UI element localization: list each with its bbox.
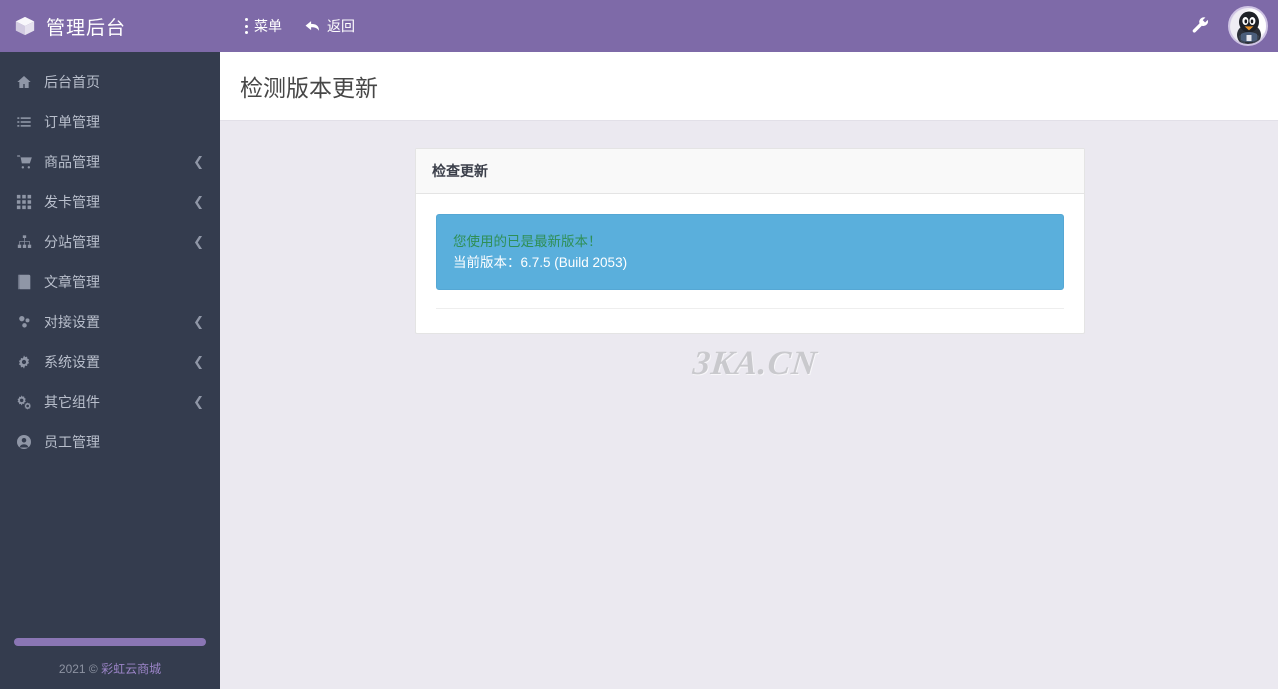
- cart-icon: [12, 153, 36, 171]
- sidebar-item-substations[interactable]: 分站管理 ❮: [0, 222, 220, 262]
- grid-icon: [12, 193, 36, 211]
- sitemap-icon: [12, 233, 36, 251]
- sidebar: 后台首页 订单管理 商品管理 ❮ 发卡管理 ❮ 分站管理 ❮ 文章管理 对接设置…: [0, 52, 220, 689]
- gears-icon: [12, 393, 36, 411]
- watermark: 3KA.CN: [691, 345, 820, 382]
- sidebar-item-label: 商品管理: [44, 154, 100, 170]
- chevron-left-icon: ❮: [193, 193, 204, 209]
- sidebar-item-system-settings[interactable]: 系统设置 ❮: [0, 342, 220, 382]
- sidebar-item-label: 对接设置: [44, 314, 100, 330]
- vertical-dots-icon: [244, 18, 248, 34]
- alert-latest-version-message: 您使用的已是最新版本！: [453, 234, 602, 249]
- sidebar-item-label: 系统设置: [44, 354, 100, 370]
- content-area: 检测版本更新 检查更新 您使用的已是最新版本！ 当前版本：6.7.5 (Buil…: [220, 52, 1278, 689]
- panel-divider: [436, 308, 1064, 309]
- sidebar-item-products[interactable]: 商品管理 ❮: [0, 142, 220, 182]
- sidebar-item-label: 其它组件: [44, 394, 100, 410]
- alert-current-version: 当前版本：6.7.5 (Build 2053): [453, 255, 628, 270]
- update-status-alert: 您使用的已是最新版本！ 当前版本：6.7.5 (Build 2053): [436, 214, 1064, 290]
- chevron-left-icon: ❮: [193, 233, 204, 249]
- copyright-year: 2021 ©: [58, 662, 98, 676]
- sidebar-scrollbar[interactable]: [14, 638, 206, 646]
- book-icon: [12, 273, 36, 291]
- back-arrow-icon: [304, 19, 321, 34]
- menu-toggle-button[interactable]: 菜单: [236, 10, 290, 42]
- brand-title: 管理后台: [46, 17, 127, 39]
- panel-wrapper: 检查更新 您使用的已是最新版本！ 当前版本：6.7.5 (Build 2053): [220, 121, 1278, 334]
- chevron-left-icon: ❮: [193, 313, 204, 329]
- sidebar-item-label: 发卡管理: [44, 194, 100, 210]
- user-circle-icon: [12, 433, 36, 451]
- top-bar: 管理后台 菜单 返回: [0, 0, 1278, 52]
- sidebar-item-cards[interactable]: 发卡管理 ❮: [0, 182, 220, 222]
- admin-page: 管理后台 菜单 返回 后台首页 订单管理 商品管理 ❮ 发卡管理 ❮ 分站管理 …: [0, 0, 1278, 689]
- sidebar-item-label: 员工管理: [44, 434, 100, 450]
- chevron-left-icon: ❮: [193, 153, 204, 169]
- check-update-panel: 检查更新 您使用的已是最新版本！ 当前版本：6.7.5 (Build 2053): [415, 148, 1085, 334]
- chevron-left-icon: ❮: [193, 393, 204, 409]
- sidebar-item-other-components[interactable]: 其它组件 ❮: [0, 382, 220, 422]
- copyright-brand-link[interactable]: 彩虹云商城: [98, 662, 161, 676]
- page-title: 检测版本更新: [240, 75, 378, 101]
- copyright: 2021 © 彩虹云商城: [0, 660, 220, 677]
- back-label: 返回: [327, 18, 355, 34]
- gear-icon: [12, 353, 36, 371]
- sidebar-item-staff[interactable]: 员工管理: [0, 422, 220, 462]
- cube-icon: [15, 16, 35, 36]
- sidebar-item-label: 分站管理: [44, 234, 100, 250]
- panel-body: 您使用的已是最新版本！ 当前版本：6.7.5 (Build 2053): [416, 194, 1084, 333]
- sidebar-item-articles[interactable]: 文章管理: [0, 262, 220, 302]
- qq-penguin-avatar: [1230, 8, 1266, 44]
- back-button[interactable]: 返回: [296, 10, 363, 42]
- top-bar-right: [1186, 6, 1278, 46]
- chevron-left-icon: ❮: [193, 353, 204, 369]
- brand-logo[interactable]: 管理后台: [0, 0, 220, 52]
- page-header: 检测版本更新: [220, 52, 1278, 121]
- sidebar-item-integration[interactable]: 对接设置 ❮: [0, 302, 220, 342]
- sidebar-item-label: 文章管理: [44, 274, 100, 290]
- panel-heading: 检查更新: [416, 149, 1084, 194]
- sidebar-item-label: 订单管理: [44, 114, 100, 130]
- sidebar-footer: 2021 © 彩虹云商城: [0, 638, 220, 689]
- sidebar-item-orders[interactable]: 订单管理: [0, 102, 220, 142]
- sidebar-item-dashboard[interactable]: 后台首页: [0, 62, 220, 102]
- sidebar-item-label: 后台首页: [44, 74, 100, 90]
- wrench-icon[interactable]: [1186, 12, 1214, 40]
- home-icon: [12, 73, 36, 91]
- sidebar-menu: 后台首页 订单管理 商品管理 ❮ 发卡管理 ❮ 分站管理 ❮ 文章管理 对接设置…: [0, 52, 220, 638]
- list-icon: [12, 113, 36, 131]
- cubes-icon: [12, 313, 36, 331]
- avatar[interactable]: [1228, 6, 1268, 46]
- top-nav: 菜单 返回: [236, 10, 363, 42]
- menu-toggle-label: 菜单: [254, 18, 282, 34]
